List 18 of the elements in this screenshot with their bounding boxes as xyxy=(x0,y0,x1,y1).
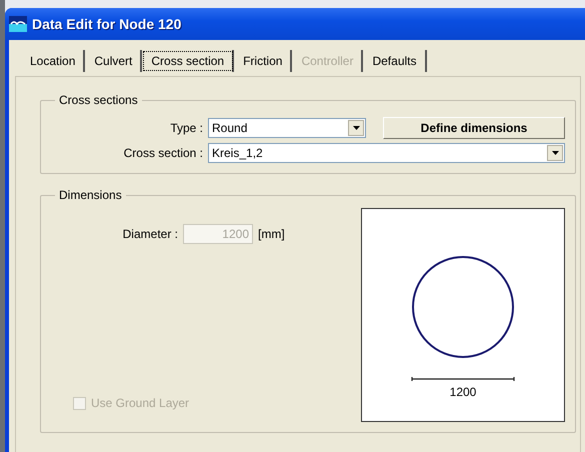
field-label: Type : xyxy=(169,121,203,135)
caret-icon xyxy=(552,151,558,155)
define-dimensions-button[interactable]: Define dimensions xyxy=(383,117,565,139)
app-icon xyxy=(9,16,27,32)
tab[interactable]: Location xyxy=(21,50,86,72)
cross-section-dropdown[interactable]: Kreis_1,2 xyxy=(208,143,565,163)
caret-icon xyxy=(352,126,360,130)
dimension-label: 1200 xyxy=(450,385,476,399)
tab[interactable]: Cross section xyxy=(142,50,234,72)
field-label: Diameter : xyxy=(122,227,178,241)
group-title: Dimensions xyxy=(58,188,123,202)
unit-label: [mm] xyxy=(258,227,285,241)
field-label: Cross section : xyxy=(122,146,203,160)
tab[interactable]: Friction xyxy=(234,50,292,72)
window-title: Data Edit for Node 120 xyxy=(32,16,182,32)
type-dropdown[interactable]: Round xyxy=(208,118,366,138)
group-title: Cross sections xyxy=(58,93,139,107)
tab[interactable]: Defaults xyxy=(363,50,426,72)
